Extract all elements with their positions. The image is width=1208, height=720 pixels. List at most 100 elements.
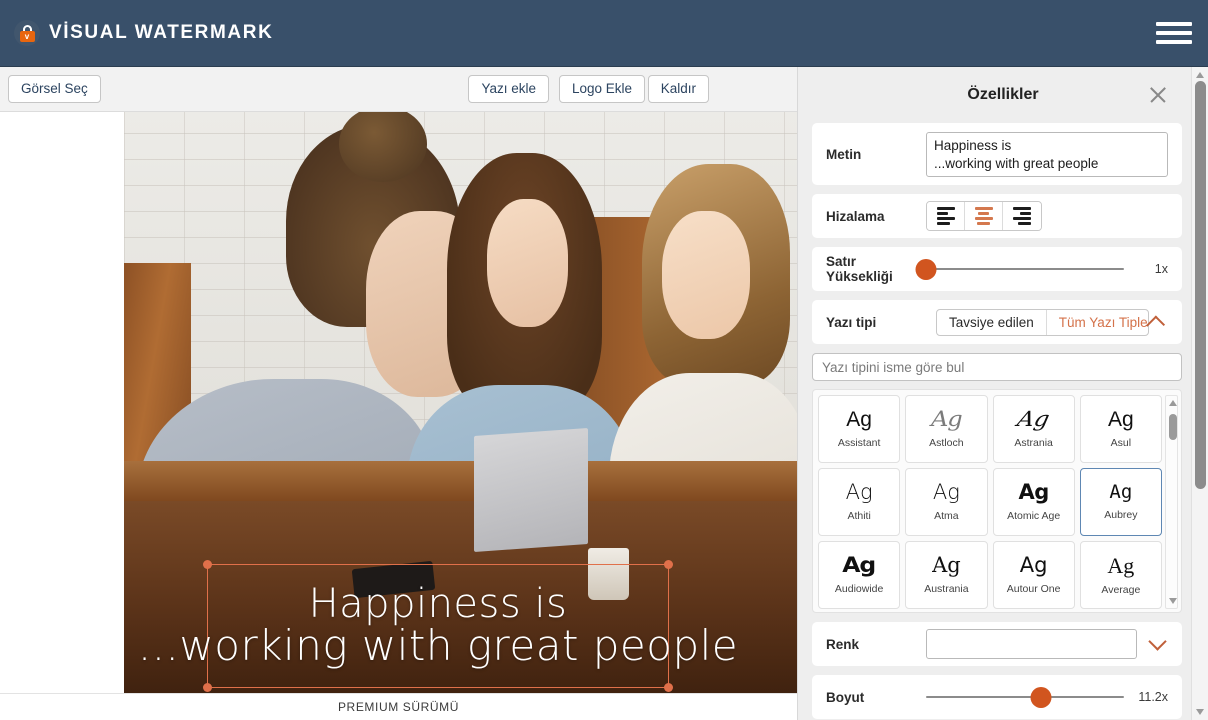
- panel-header: Özellikler: [798, 67, 1208, 123]
- line-height-value: 1x: [1154, 262, 1168, 276]
- add-logo-button[interactable]: Logo Ekle: [558, 75, 645, 103]
- text-row: Metin: [812, 123, 1182, 185]
- align-center-icon[interactable]: [965, 202, 1003, 230]
- font-name: Audiowide: [834, 583, 884, 595]
- font-card[interactable]: Ag Assistant: [818, 395, 901, 463]
- line-height-label: Satır Yüksekliği: [826, 254, 893, 284]
- panel-title: Özellikler: [967, 86, 1039, 103]
- color-row-label: Renk: [826, 636, 860, 652]
- panel-scrollbar[interactable]: [1191, 67, 1208, 720]
- scroll-up-arrow-icon[interactable]: [1168, 400, 1177, 406]
- font-name: Astrania: [1014, 437, 1053, 449]
- alignment-row-label: Hizalama: [826, 208, 885, 224]
- font-name: Asul: [1110, 437, 1132, 449]
- color-row: Renk: [812, 622, 1182, 666]
- tab-recommended-fonts[interactable]: Tavsiye edilen: [937, 309, 1047, 335]
- font-card[interactable]: Ag Autour One: [992, 541, 1075, 609]
- align-left-icon[interactable]: [927, 202, 965, 230]
- chevron-down-icon[interactable]: [1148, 632, 1167, 651]
- remove-button[interactable]: Kaldır: [647, 75, 709, 103]
- canvas-area[interactable]: Happiness is ...working with great peopl…: [0, 112, 797, 693]
- font-name: Autour One: [1006, 583, 1061, 595]
- font-name: Average: [1101, 583, 1141, 596]
- font-name: Athiti: [847, 510, 871, 522]
- resize-handle-top-left[interactable]: [203, 560, 212, 569]
- color-swatch[interactable]: [926, 629, 1137, 659]
- font-card[interactable]: Ag Atma: [905, 468, 988, 536]
- select-image-button[interactable]: Görsel Seç: [8, 75, 101, 103]
- app-header: v VİSUAL WATERMARK: [0, 0, 1208, 67]
- font-sample: Ag: [1109, 481, 1133, 503]
- resize-handle-top-right[interactable]: [664, 560, 673, 569]
- font-card[interactable]: Ag Athiti: [818, 468, 901, 536]
- alignment-row: Hizalama: [812, 194, 1182, 238]
- line-height-slider-track: [926, 267, 1124, 271]
- size-value: 11.2x: [1138, 690, 1168, 704]
- font-card[interactable]: Ag Astrania: [992, 395, 1075, 463]
- font-name: Aubrey: [1104, 509, 1138, 521]
- font-sample: Ag: [1107, 552, 1135, 578]
- font-sample: Ag: [1015, 407, 1053, 431]
- editor-toolbar: Görsel Seç Yazı ekle Logo Ekle Kaldır: [0, 67, 797, 112]
- watermark-line-2: ...working with great people: [137, 620, 739, 670]
- font-name: Austrania: [924, 583, 969, 595]
- font-sample: Ag: [845, 480, 873, 504]
- resize-handle-bottom-right[interactable]: [664, 683, 673, 692]
- size-slider[interactable]: [926, 684, 1124, 710]
- size-row-label: Boyut: [826, 689, 865, 705]
- font-sample: Ag: [931, 407, 963, 431]
- font-tab-group: Tavsiye edilen Tüm Yazı Tipleri: [936, 308, 1149, 336]
- font-sample: Ag: [846, 408, 872, 431]
- font-sample: Ag: [932, 480, 960, 504]
- font-name: Atma: [934, 510, 959, 522]
- font-grid-scrollbar[interactable]: [1165, 395, 1178, 609]
- line-height-slider[interactable]: [915, 256, 1124, 282]
- watermark-text-input[interactable]: [926, 131, 1168, 177]
- text-row-label: Metin: [826, 146, 862, 162]
- status-bar: PREMIUM SÜRÜMÜ: [0, 693, 797, 720]
- font-card[interactable]: Ag Audiowide: [818, 541, 901, 609]
- font-row-label: Yazı tipi: [826, 314, 877, 330]
- font-name: Assistant: [837, 437, 881, 449]
- alignment-button-group: [926, 201, 1042, 231]
- size-row: Boyut 11.2x: [812, 675, 1182, 719]
- watermark-line-1: Happiness is: [308, 581, 568, 628]
- font-grid-scroll-thumb[interactable]: [1168, 414, 1177, 440]
- hamburger-menu-icon[interactable]: [1156, 19, 1192, 47]
- scroll-down-arrow-icon[interactable]: [1168, 598, 1177, 604]
- lock-icon: v: [14, 20, 40, 46]
- font-card[interactable]: Ag Aubrey: [1079, 468, 1162, 536]
- panel-scroll-up-icon[interactable]: [1196, 72, 1204, 78]
- font-sample: Ag: [1019, 553, 1048, 577]
- close-icon[interactable]: [1148, 85, 1168, 105]
- align-right-icon[interactable]: [1003, 202, 1041, 230]
- panel-scroll-thumb[interactable]: [1195, 81, 1206, 489]
- premium-label: PREMIUM SÜRÜMÜ: [337, 700, 460, 714]
- properties-panel: Özellikler Metin Hizalama: [797, 67, 1208, 720]
- panel-scroll-down-icon[interactable]: [1196, 709, 1204, 715]
- font-card[interactable]: Ag Asul: [1079, 395, 1162, 463]
- resize-handle-bottom-left[interactable]: [203, 683, 212, 692]
- line-height-slider-thumb[interactable]: [915, 258, 937, 280]
- font-sample: Ag: [842, 553, 877, 577]
- font-sample: Ag: [1108, 408, 1134, 431]
- panel-body: Metin Hizalama Satır Yüksekliği: [798, 123, 1196, 720]
- watermark-selection-box[interactable]: Happiness is ...working with great peopl…: [138, 560, 738, 692]
- font-search-input[interactable]: [812, 353, 1182, 381]
- tab-all-fonts[interactable]: Tüm Yazı Tipleri: [1047, 310, 1148, 335]
- font-card[interactable]: Ag Austrania: [905, 541, 988, 609]
- size-slider-thumb[interactable]: [1030, 686, 1052, 708]
- brand-logo: v VİSUAL WATERMARK: [14, 20, 273, 46]
- line-height-row: Satır Yüksekliği 1x: [812, 247, 1182, 291]
- size-slider-track: [926, 695, 1124, 699]
- font-card[interactable]: Ag Astloch: [905, 395, 988, 463]
- brand-title: VİSUAL WATERMARK: [49, 22, 274, 43]
- add-text-button[interactable]: Yazı ekle: [468, 75, 549, 103]
- font-grid-container: Ag Assistant Ag Astloch Ag Astrania Ag Asul Ag At…: [812, 389, 1182, 613]
- font-card[interactable]: Ag Atomic Age: [992, 468, 1075, 536]
- font-card[interactable]: Ag Average: [1079, 541, 1162, 609]
- font-sample: Ag: [1018, 480, 1049, 504]
- font-sample: Ag: [932, 553, 961, 577]
- font-name: Atomic Age: [1007, 510, 1061, 522]
- lock-letter: v: [19, 30, 35, 42]
